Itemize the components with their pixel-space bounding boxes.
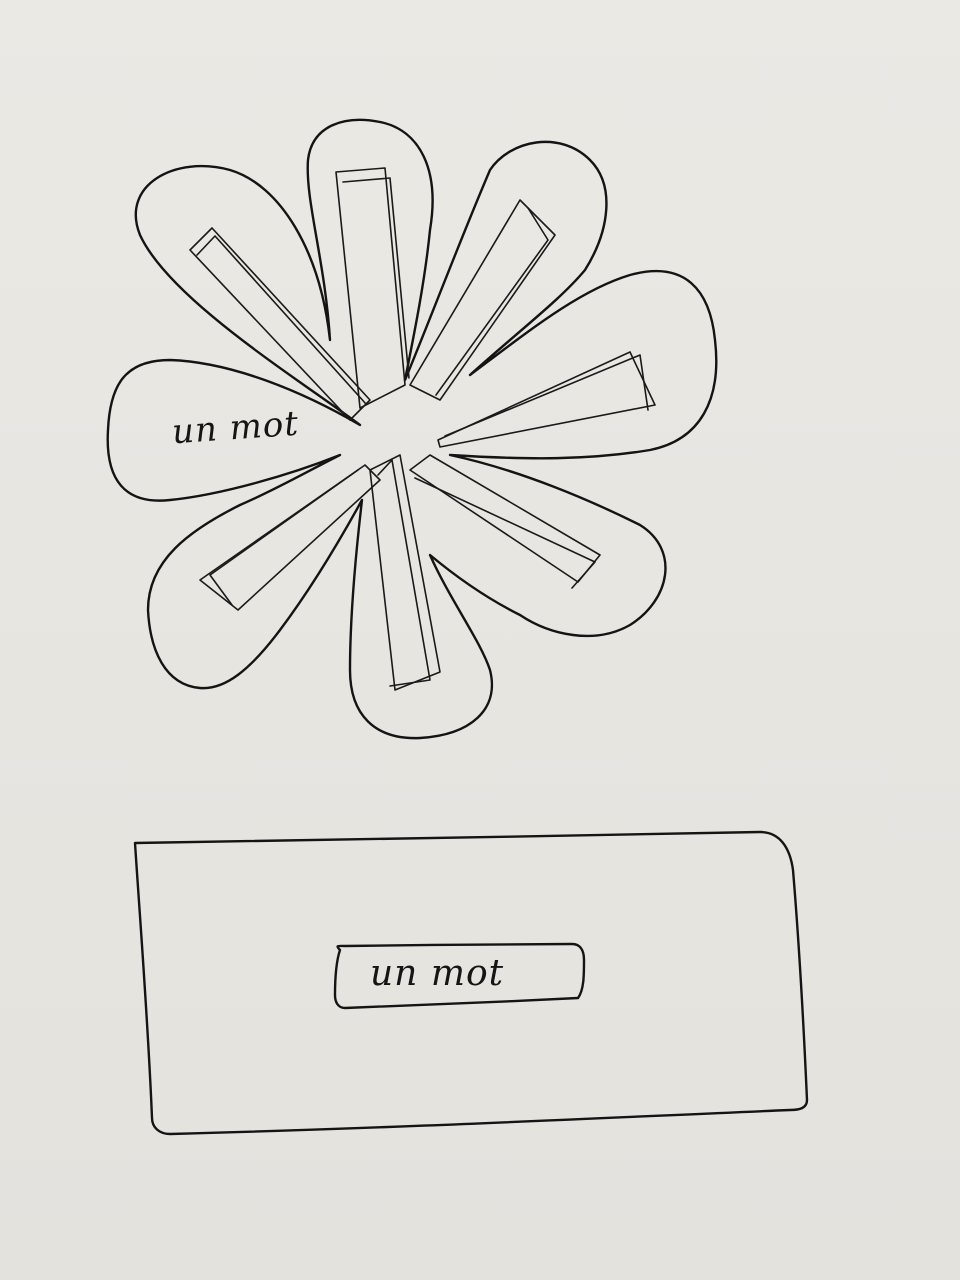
paper-sheet: un mot un mot xyxy=(0,0,960,1280)
pen-sketch xyxy=(106,118,809,1136)
ray-lower-left-echo xyxy=(209,469,359,606)
ray-top-echo xyxy=(342,177,410,379)
ray-bottom xyxy=(369,454,441,691)
ray-upper-left xyxy=(189,227,371,421)
ray-right-echo xyxy=(444,354,649,437)
ray-upper-right xyxy=(409,199,556,401)
ray-top xyxy=(335,167,406,409)
ray-upper-left-echo xyxy=(196,235,367,405)
tag-word: un mot xyxy=(370,953,505,994)
ray-right xyxy=(437,351,656,448)
ray-upper-right-echo xyxy=(435,207,549,396)
